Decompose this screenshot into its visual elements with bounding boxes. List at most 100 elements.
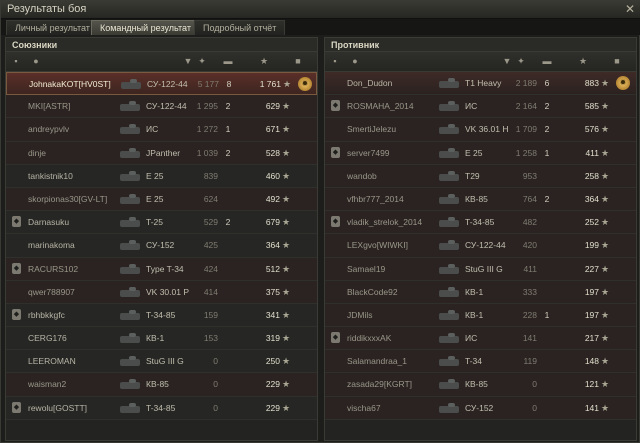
- xp-value: 460: [265, 170, 280, 181]
- close-icon[interactable]: ✕: [625, 2, 635, 16]
- xp-value: 199: [584, 240, 599, 251]
- damage-value: 0: [213, 402, 218, 413]
- star-icon: ★: [282, 124, 291, 135]
- damage-icon[interactable]: ✦: [515, 56, 527, 67]
- player-row[interactable]: ◆ rbhbkkgfc T-34-85 159 341 ★: [6, 303, 317, 328]
- vehicle-name: СУ-122-44: [147, 79, 188, 89]
- vehicle-name: КВ-85: [465, 379, 488, 390]
- xp-value: 258: [584, 170, 599, 181]
- damage-value: 5 177: [197, 79, 219, 89]
- player-name: SmertiJelezu: [347, 124, 397, 135]
- window-title: Результаты боя: [7, 3, 87, 15]
- player-name: JDMils: [347, 309, 373, 320]
- player-row[interactable]: Salamandraa_1 T-34 119 148 ★: [325, 350, 636, 374]
- xp-value: 585: [584, 101, 599, 112]
- player-icon[interactable]: ●: [30, 56, 42, 67]
- player-row[interactable]: LEXgvo[WIWKI] СУ-122-44 420 199 ★: [325, 234, 636, 258]
- medal-icon[interactable]: ■: [611, 56, 623, 67]
- player-row[interactable]: andreypvlv ИС 1 272 1 671 ★: [6, 118, 317, 142]
- damage-icon[interactable]: ✦: [196, 56, 208, 67]
- player-row[interactable]: JDMils КВ-1 228 1 197 ★: [325, 303, 636, 328]
- tank-icon: [437, 76, 461, 90]
- player-row[interactable]: SmertiJelezu VK 36.01 H 1 709 2 576 ★: [325, 118, 636, 142]
- sort-arrow-icon[interactable]: ▼: [501, 56, 513, 67]
- player-row[interactable]: tankistnik10 E 25 839 460 ★: [6, 164, 317, 188]
- tank-icon: [118, 331, 142, 345]
- player-row[interactable]: ◆ riddikxxxAK ИС 141 217 ★: [325, 327, 636, 351]
- player-icon[interactable]: ●: [349, 56, 361, 67]
- xp-value: 250: [265, 356, 280, 367]
- xp-star-icon[interactable]: ★: [258, 56, 270, 67]
- player-row[interactable]: Don_Dudon T1 Heavy 2 189 6 883 ★ ✹: [325, 72, 636, 96]
- squad-icon[interactable]: ▪: [329, 56, 341, 67]
- frags-value: 2: [544, 193, 550, 204]
- player-row[interactable]: skorpionas30[GV-LT] E 25 624 492 ★: [6, 187, 317, 212]
- platoon-icon: ◆: [331, 146, 340, 158]
- xp-value: 197: [584, 286, 599, 297]
- star-icon: ★: [601, 263, 610, 274]
- tab-personal-result[interactable]: Личный результат: [6, 20, 99, 35]
- player-row[interactable]: LEEROMAN StuG III G 0 250 ★: [6, 350, 317, 374]
- xp-value: 229: [265, 402, 280, 413]
- xp-value: 679: [265, 217, 280, 228]
- frags-icon[interactable]: ▬: [222, 56, 234, 67]
- star-icon: ★: [601, 147, 610, 158]
- player-row[interactable]: vfhbr777_2014 КВ-85 764 2 364 ★: [325, 187, 636, 212]
- sort-arrow-icon[interactable]: ▼: [182, 56, 194, 67]
- tab-team-result[interactable]: Командный результат: [91, 20, 200, 35]
- squad-icon[interactable]: ▪: [10, 56, 22, 67]
- player-row[interactable]: wandob T29 953 258 ★: [325, 164, 636, 188]
- xp-value: 576: [584, 124, 599, 135]
- damage-value: 1 295: [196, 101, 218, 112]
- player-row[interactable]: marinakoma СУ-152 425 364 ★: [6, 234, 317, 258]
- xp-value: 512: [265, 263, 280, 274]
- xp-value: 229: [265, 379, 280, 390]
- vehicle-name: StuG III G: [465, 263, 503, 274]
- xp-value: 1 761: [259, 79, 281, 89]
- star-icon: ★: [601, 356, 610, 367]
- player-row[interactable]: MKI[ASTR] СУ-122-44 1 295 2 629 ★: [6, 95, 317, 119]
- damage-value: 1 709: [515, 124, 537, 135]
- player-row[interactable]: BlackCode92 КВ-1 333 197 ★: [325, 280, 636, 304]
- tab-detailed-report[interactable]: Подробный отчёт: [194, 20, 286, 35]
- player-name: MKI[ASTR]: [28, 101, 71, 112]
- player-name: vladik_strelok_2014: [347, 217, 423, 228]
- medal-icon[interactable]: ■: [292, 56, 304, 67]
- damage-value: 624: [203, 193, 218, 204]
- medal-badge-icon: ✹: [616, 76, 630, 90]
- frags-value: 1: [225, 124, 231, 135]
- player-row[interactable]: ◆ vladik_strelok_2014 T-34-85 482 252 ★: [325, 211, 636, 235]
- player-name: LEXgvo[WIWKI]: [347, 240, 408, 251]
- player-row[interactable]: ◆ ROSMAHA_2014 ИС 2 164 2 585 ★: [325, 95, 636, 119]
- vehicle-name: T-34: [465, 356, 483, 367]
- player-row[interactable]: waisman2 КВ-85 0 229 ★: [6, 373, 317, 397]
- star-icon: ★: [282, 286, 291, 297]
- damage-value: 2 164: [515, 101, 537, 112]
- damage-value: 425: [203, 240, 218, 251]
- player-row[interactable]: Samael19 StuG III G 411 227 ★: [325, 257, 636, 281]
- frags-icon[interactable]: ▬: [541, 56, 553, 67]
- player-row[interactable]: CERG176 КВ-1 153 319 ★: [6, 327, 317, 351]
- enemies-panel: Противник ▪ ● ▼ ✦ ▬ ★ ■ Don_Dudon T1 Heav…: [324, 37, 637, 441]
- player-row[interactable]: ◆ rewolu[GOSTT] T-34-85 0 229 ★: [6, 396, 317, 420]
- player-name: BlackCode92: [347, 286, 398, 297]
- player-row[interactable]: dinje JPanther 1 039 2 528 ★: [6, 141, 317, 165]
- player-row[interactable]: ◆ RACURS102 Type T-34 424 512 ★: [6, 257, 317, 281]
- star-icon: ★: [601, 78, 610, 88]
- player-row[interactable]: zasada29[KGRT] КВ-85 0 121 ★: [325, 373, 636, 397]
- player-row[interactable]: vischa67 СУ-152 0 141 ★: [325, 396, 636, 420]
- player-row[interactable]: ◆ server7499 E 25 1 258 1 411 ★: [325, 141, 636, 165]
- player-name: qwer788907: [28, 286, 75, 297]
- vehicle-name: T-34-85: [146, 309, 176, 320]
- player-row[interactable]: qwer788907 VK 30.01 P 414 375 ★: [6, 280, 317, 304]
- damage-value: 228: [522, 309, 537, 320]
- player-row[interactable]: ◆ Darnasuku T-25 529 2 679 ★: [6, 211, 317, 235]
- tank-icon: [118, 238, 142, 252]
- vehicle-name: T29: [465, 170, 480, 181]
- player-name: RACURS102: [28, 263, 79, 274]
- tank-icon: [437, 146, 461, 160]
- tank-icon: [437, 262, 461, 276]
- vehicle-name: StuG III G: [146, 356, 184, 367]
- xp-star-icon[interactable]: ★: [577, 56, 589, 67]
- player-row[interactable]: JohnakaKOT[HV0ST] СУ-122-44 5 177 8 1 761 ★ ✹: [6, 72, 317, 96]
